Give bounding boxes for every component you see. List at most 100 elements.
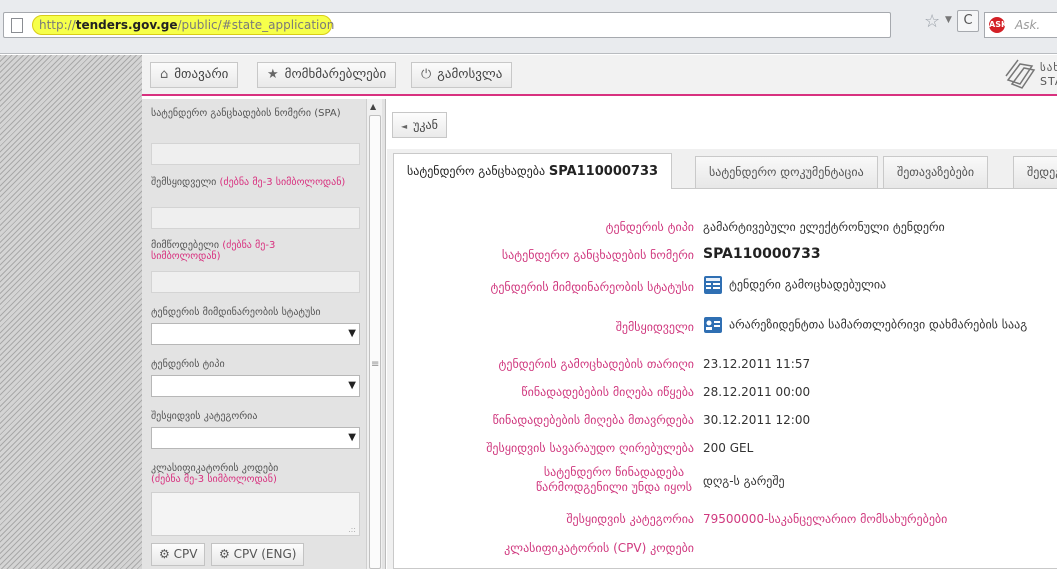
category-link[interactable]: 79500000-საკანცელარიო მომსახურებები [703,512,947,526]
supplier-input[interactable] [151,271,360,293]
caret-down-icon: ▼ [348,380,356,391]
supplier-label: მიმწოდებელი (ძებნა მე-3 სიმბოლოდან) [151,240,346,262]
page-icon [11,18,23,33]
detail-value: 28.12.2011 00:00 [703,385,811,399]
detail-label: სატენდერო წინადადება წარმოდგენილი უნდა ი… [535,465,693,494]
status-text: ტენდერი გამოცხადებულია [729,277,887,292]
cpv-button[interactable]: ⚙ CPV [151,543,206,566]
url-scheme: http:// [39,18,76,32]
ask-logo-icon[interactable]: ASK [989,17,1007,33]
detail-value: SPA110000733 [703,246,821,262]
status-icon [704,276,722,294]
sidebar-scrollbar[interactable]: ▲ [366,99,382,569]
classifier-hint: (ძებნა მე-3 სიმბოლოდან) [151,474,277,485]
logo-icon [1005,59,1036,89]
search-box[interactable]: ASK Ask. [984,12,1057,38]
buyer-label-text: შემსყიდველი [151,177,217,188]
type-select[interactable]: ▼ [151,375,360,397]
star-icon: ★ [267,67,279,82]
detail-value: გამარტივებული ელექტრონული ტენდერი [703,220,945,234]
logo-line-1: სახელ [1040,61,1057,74]
users-label: მომხმარებლები [284,67,387,82]
spa-input[interactable] [151,143,360,165]
type-label: ტენდერის ტიპი [151,359,225,370]
detail-label: შესყიდვის სავარაუდო ღირებულება [486,441,694,455]
tab-offers-label: შეთავაზებები [897,165,975,179]
detail-value: დღგ-ს გარეშე [703,474,785,488]
classifier-label: კლასიფიკატორის კოდები (ძებნა მე-3 სიმბოლო… [151,463,346,485]
detail-value: ტენდერი გამოცხადებულია [703,275,886,295]
top-nav: ⌂ მთავარი ★ მომხმარებლები ⏻ გამოსვლა სახელS… [142,55,1057,96]
tab-tender-notice-number: SPA110000733 [548,164,659,179]
tab-tender-notice-label: სატენდერო განცხადება [407,164,549,178]
category-label: შესყიდვის კატეგორია [151,411,258,422]
address-bar[interactable]: http://tenders.gov.ge/public/#state_appl… [3,12,891,38]
logout-label: გამოსვლა [437,67,503,82]
search-sidebar: სატენდერო განცხადების ნომერი (SPA) შემსყ… [142,99,386,569]
splitter-handle-icon[interactable]: ≡ [371,359,379,370]
buyer-input[interactable] [151,207,360,229]
status-select[interactable]: ▼ [151,323,360,345]
tab-tender-notice[interactable]: სატენდერო განცხადება SPA110000733 [393,153,673,189]
search-placeholder: Ask. [1015,18,1041,32]
status-label: ტენდერის მიმდინარეობის სტატუსი [151,307,321,318]
scroll-up-icon[interactable]: ▲ [370,102,376,111]
category-select[interactable]: ▼ [151,427,360,449]
buyer-label: შემსყიდველი (ძებნა მე-3 სიმბოლოდან) [151,177,346,188]
caret-down-icon: ▼ [348,432,356,443]
detail-value: არარეზიდენტთა სამართლებრივი დახმარების ს… [703,315,1027,335]
detail-label: წინადადებების მიღება იწყება [521,385,694,399]
detail-label: ტენდერის ტიპი [605,220,694,234]
cpv-label: CPV [173,547,198,561]
scroll-thumb[interactable] [369,115,381,569]
logout-button[interactable]: ⏻ გამოსვლა [411,62,513,88]
back-arrow-icon: ◄ [401,122,408,131]
tab-results-label: შედეგ [1027,165,1057,179]
home-button[interactable]: ⌂ მთავარი [150,62,239,88]
logo-line-2: STAT [1040,75,1057,88]
tab-tender-docs-label: სატენდერო დოკუმენტაცია [709,165,864,179]
buyer-icon [704,317,722,333]
gear-icon: ⚙ [159,547,170,561]
tab-container: სატენდერო განცხადება SPA110000733 სატენდ… [387,149,1057,569]
classifier-textarea[interactable]: .:: [151,492,360,536]
detail-label: ტენდერის მიმდინარეობის სტატუსი [490,280,694,294]
detail-label: ტენდერის გამოცხადების თარიღი [498,357,694,371]
url-path: /public/#state_application [177,18,335,32]
detail-label: სატენდერო განცხადების ნომერი [501,248,694,262]
buyer-hint: (ძებნა მე-3 სიმბოლოდან) [219,177,346,188]
detail-label: შესყიდვის კატეგორია [566,512,694,526]
detail-label: შემსყიდველი [615,320,694,334]
resize-grip-icon[interactable]: .:: [348,525,356,534]
back-button[interactable]: ◄ უკან [392,112,447,138]
tab-offers[interactable]: შეთავაზებები [883,156,989,188]
supplier-label-text: მიმწოდებელი [151,240,219,251]
tab-tender-docs[interactable]: სატენდერო დოკუმენტაცია [695,156,878,188]
cpv-eng-button[interactable]: ⚙ CPV (ENG) [211,543,305,566]
back-label: უკან [413,118,438,132]
buyer-text: არარეზიდენტთა სამართლებრივი დახმარების ს… [729,317,1028,332]
main-content: ◄ უკან სატენდერო განცხადება SPA110000733 … [387,99,1057,569]
url-host: tenders.gov.ge [75,18,178,32]
home-label: მთავარი [174,67,229,82]
details-panel: ტენდერის ტიპი გამარტივებული ელექტრონული … [393,188,1057,569]
background-hatch [0,55,142,569]
logo[interactable]: სახელSTAT [1000,58,1057,94]
cpv-eng-label: CPV (ENG) [233,547,297,561]
detail-value: 30.12.2011 12:00 [703,413,811,427]
chevron-down-icon[interactable]: ▼ [945,15,952,25]
url-text[interactable]: http://tenders.gov.ge/public/#state_appl… [39,18,334,32]
detail-label: კლასიფიკატორის (CPV) კოდები [504,541,694,555]
detail-label: წინადადებების მიღება მთავრდება [492,413,694,427]
power-icon: ⏻ [421,67,432,82]
home-icon: ⌂ [160,67,169,82]
reload-icon[interactable]: C [957,10,979,32]
bookmark-star-icon[interactable]: ☆ [924,11,940,32]
tab-results[interactable]: შედეგ [1013,156,1057,188]
detail-value: 23.12.2011 11:57 [703,357,811,371]
detail-value: 200 GEL [703,441,754,455]
gear-icon: ⚙ [219,547,230,561]
users-button[interactable]: ★ მომხმარებლები [257,62,397,88]
caret-down-icon: ▼ [348,328,356,339]
classifier-label-text: კლასიფიკატორის კოდები [151,463,279,474]
